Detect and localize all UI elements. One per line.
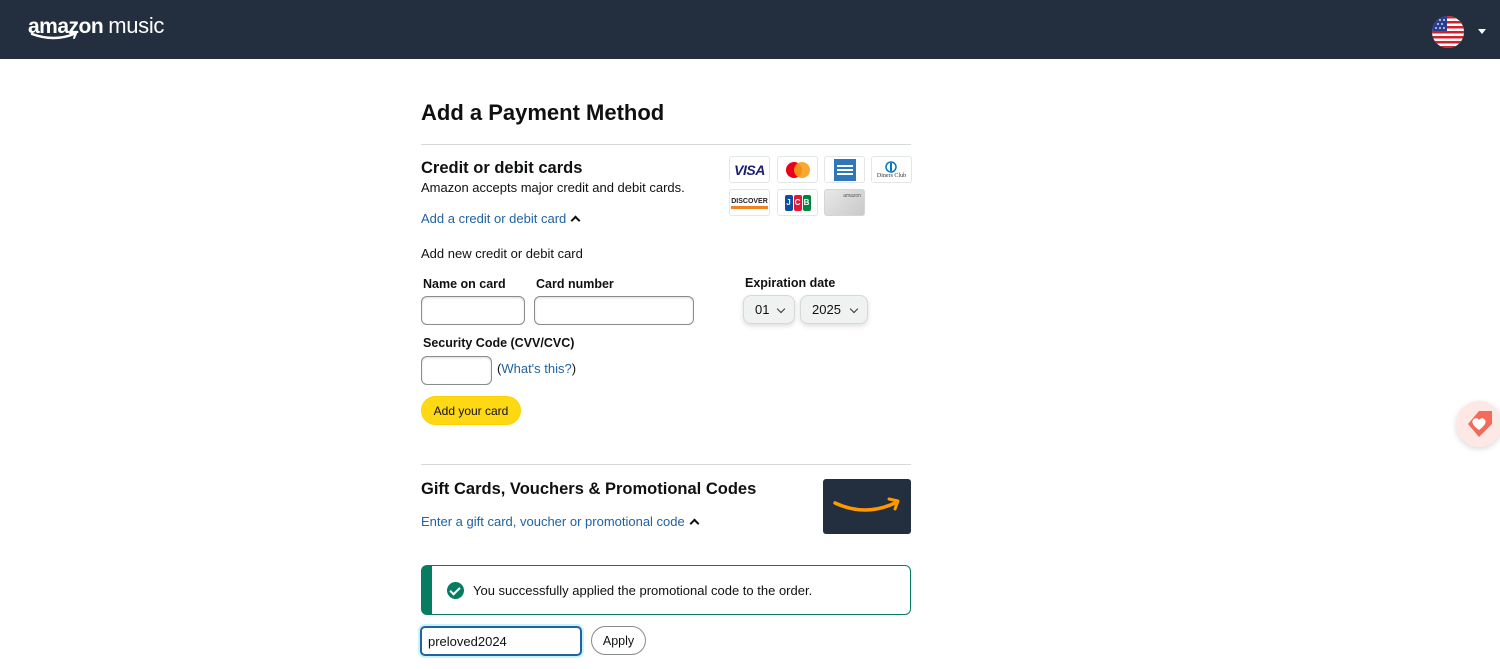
- add-your-card-button[interactable]: Add your card: [421, 396, 521, 425]
- card-number-label: Card number: [536, 277, 614, 291]
- locale-dropdown-caret-icon[interactable]: [1478, 29, 1486, 34]
- chevron-down-icon: [849, 304, 859, 314]
- security-code-input[interactable]: [421, 356, 492, 385]
- security-code-label: Security Code (CVV/CVC): [423, 336, 575, 350]
- whats-this-close-paren: ): [571, 361, 577, 376]
- apply-button[interactable]: Apply: [591, 626, 646, 655]
- chevron-up-icon: [570, 215, 581, 226]
- amazon-music-logo[interactable]: amazon music: [28, 13, 165, 40]
- amazon-store-card-logo: amazon: [824, 189, 865, 216]
- floating-heart-tag-button[interactable]: [1456, 401, 1500, 447]
- us-flag-icon[interactable]: [1432, 16, 1464, 48]
- diners-club-logo: Diners Club: [871, 156, 912, 183]
- expiry-year-value: 2025: [812, 302, 841, 317]
- amazon-smile-icon: [30, 32, 77, 40]
- expiry-month-value: 01: [755, 302, 770, 317]
- expiration-date-label: Expiration date: [745, 276, 836, 290]
- amazon-gift-card-image: [823, 479, 911, 534]
- card-number-input[interactable]: [534, 296, 694, 325]
- name-on-card-label: Name on card: [423, 277, 506, 291]
- whats-this-wrapper: (What's this?): [497, 361, 576, 376]
- amex-logo: [824, 156, 865, 183]
- visa-logo: VISA: [729, 156, 770, 183]
- expiry-month-select[interactable]: 01: [743, 295, 795, 324]
- expiry-year-select[interactable]: 2025: [800, 295, 868, 324]
- cards-section-subtitle: Amazon accepts major credit and debit ca…: [421, 180, 685, 195]
- divider: [421, 464, 911, 465]
- name-on-card-input[interactable]: [421, 296, 525, 325]
- gift-section-heading: Gift Cards, Vouchers & Promotional Codes: [421, 480, 757, 498]
- page-title: Add a Payment Method: [421, 100, 665, 125]
- promo-success-alert: You successfully applied the promotional…: [421, 565, 911, 615]
- jcb-logo: J C B: [777, 189, 818, 216]
- top-navigation-bar: amazon music: [0, 0, 1500, 59]
- cards-section-heading: Credit or debit cards: [421, 159, 583, 177]
- divider: [421, 144, 911, 145]
- amazon-smile-icon: [833, 497, 900, 512]
- chevron-up-icon: [689, 518, 700, 529]
- discover-logo: DISCOVER: [729, 189, 770, 216]
- enter-promo-toggle-link[interactable]: Enter a gift card, voucher or promotiona…: [421, 514, 700, 529]
- promo-code-input[interactable]: [420, 626, 582, 656]
- enter-promo-toggle-label: Enter a gift card, voucher or promotiona…: [421, 514, 685, 529]
- chevron-down-icon: [776, 304, 786, 314]
- heart-tag-icon: [1468, 411, 1492, 437]
- logo-product-text: music: [108, 13, 165, 38]
- new-card-caption: Add new credit or debit card: [421, 246, 583, 261]
- add-card-toggle-label: Add a credit or debit card: [421, 211, 567, 226]
- promo-success-message: You successfully applied the promotional…: [473, 582, 813, 598]
- add-card-toggle-link[interactable]: Add a credit or debit card: [421, 211, 581, 226]
- whats-this-link[interactable]: What's this?: [501, 361, 571, 376]
- check-circle-icon: [447, 581, 464, 599]
- mastercard-logo: [777, 156, 818, 183]
